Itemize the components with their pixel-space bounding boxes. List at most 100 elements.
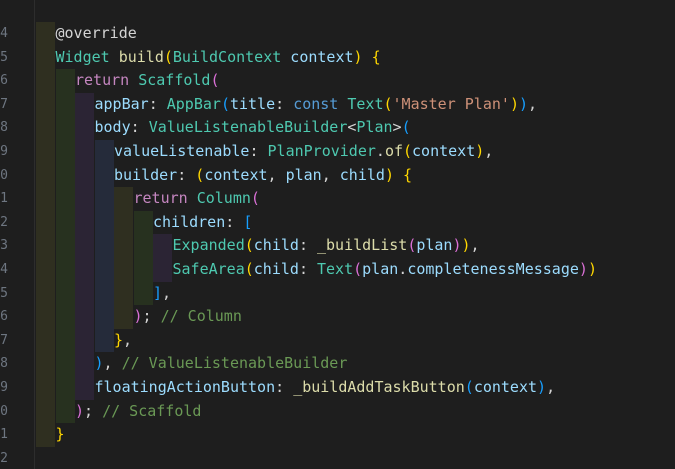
indent-guide (75, 163, 94, 188)
code-token: : (177, 165, 196, 184)
indent-guide (36, 234, 55, 258)
indent-guide (55, 187, 75, 211)
code-token: > (392, 118, 402, 137)
code-line[interactable]: return Scaffold( (75, 69, 220, 93)
code-token: builder (114, 165, 178, 184)
code-token: [ (243, 212, 253, 231)
code-token: context (204, 165, 268, 184)
code-line[interactable]: return Column( (134, 187, 260, 211)
code-token: ( (250, 189, 260, 208)
indent-guide (75, 328, 94, 353)
code-token: ) (353, 47, 363, 66)
indent-guide (114, 210, 133, 235)
code-token: PlanProvider (267, 142, 376, 160)
code-line[interactable]: @override (56, 22, 137, 46)
code-line[interactable]: } (56, 423, 65, 447)
code-line[interactable]: ), // ValueListenableBuilder (95, 352, 348, 376)
code-token: ( (403, 142, 413, 160)
code-token: _buildList (317, 236, 408, 255)
code-token: } (55, 425, 65, 444)
code-line[interactable]: Expanded(child: _buildList(plan)), (173, 234, 480, 258)
indent-guide (55, 210, 75, 235)
code-token: SafeArea (172, 260, 245, 278)
code-token: : (130, 118, 149, 137)
code-editor[interactable]: 4567890123456789012 @override Widget buil… (0, 0, 675, 469)
code-token: { (403, 165, 413, 184)
code-token: : (298, 260, 317, 278)
code-token: Expanded (172, 236, 245, 255)
code-token: , (470, 236, 480, 255)
code-line[interactable]: children: [ (153, 211, 252, 235)
code-token: appBar (94, 94, 149, 113)
code-token: child (253, 260, 299, 278)
code-token: , (528, 94, 538, 113)
code-token: ) (509, 94, 519, 113)
code-token: Plan (356, 118, 393, 137)
code-token: ( (163, 47, 173, 66)
code-line[interactable]: body: ValueListenableBuilder<Plan>( (95, 116, 411, 140)
indent-guide (153, 258, 172, 282)
code-token: ( (210, 71, 220, 90)
code-line[interactable]: floatingActionButton: _buildAddTaskButto… (95, 376, 556, 400)
indent-guide (94, 187, 114, 211)
indent-guide (36, 305, 55, 329)
code-line[interactable]: ); // Column (134, 305, 242, 329)
indent-guide (55, 352, 75, 376)
indent-guide (36, 140, 55, 164)
code-token: Widget (55, 47, 110, 66)
indent-guide (55, 328, 75, 353)
indent-guide (94, 328, 114, 353)
code-token: ValueListenableBuilder (148, 118, 348, 137)
code-token: ) (133, 307, 143, 326)
code-token: body (94, 118, 131, 137)
indent-guide (55, 281, 75, 306)
indent-guide (55, 234, 75, 258)
indent-guide (94, 210, 114, 235)
indent-guide (133, 258, 153, 282)
indent-guide (55, 92, 75, 117)
indent-guide (36, 328, 55, 353)
code-line[interactable]: appBar: AppBar(title: const Text('Master… (95, 93, 538, 117)
code-token: , (162, 283, 172, 302)
code-token: , (267, 165, 286, 184)
code-token: , (103, 354, 122, 373)
code-line[interactable]: SafeArea(child: Text(plan.completenessMe… (173, 258, 597, 282)
code-token: ) (475, 142, 485, 160)
code-line[interactable]: ); // Scaffold (75, 400, 201, 424)
code-line[interactable]: ], (153, 282, 171, 306)
code-token: floatingActionButton (94, 378, 276, 396)
indent-guide (75, 258, 94, 282)
code-token: ( (244, 236, 254, 255)
code-token: ( (353, 260, 363, 278)
code-token: return (75, 71, 130, 90)
indent-guide (55, 305, 75, 329)
code-token: : (298, 236, 317, 255)
code-line[interactable]: valueListenable: PlanProvider.of(context… (114, 140, 493, 164)
code-line[interactable]: Widget build(BuildContext context) { (56, 46, 381, 70)
code-token: valueListenable (114, 142, 250, 160)
code-token: ) (384, 165, 394, 184)
indent-guide (153, 234, 172, 258)
code-token: @override (55, 24, 137, 42)
code-token: : (148, 94, 167, 113)
code-line[interactable]: }, (114, 329, 132, 353)
indent-guide (55, 116, 75, 140)
indent-guide (75, 187, 94, 211)
code-token: ) (537, 378, 547, 396)
code-token: child (253, 236, 299, 255)
code-token: : (275, 378, 294, 396)
code-token: const (293, 94, 339, 113)
code-area[interactable]: @override Widget build(BuildContext conte… (0, 0, 675, 469)
indent-guide (75, 376, 94, 400)
code-token: Text (347, 94, 384, 113)
code-token: context (412, 142, 476, 160)
indent-guide (94, 305, 114, 329)
code-token: Column (196, 189, 251, 208)
code-line[interactable]: builder: (context, plan, child) { (114, 164, 412, 188)
code-token: ) (75, 401, 85, 420)
indent-guide (94, 234, 114, 258)
indent-guide (55, 376, 75, 400)
